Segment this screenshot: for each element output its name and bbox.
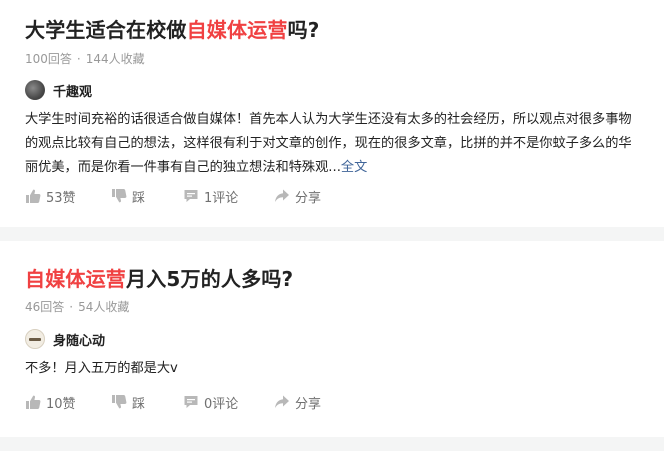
answer-author[interactable]: 身随心动 <box>25 328 105 350</box>
title-highlight: 自媒体运营 <box>25 267 126 291</box>
answers-count[interactable]: 100回答 <box>25 52 72 66</box>
like-button[interactable]: 10赞 <box>25 392 76 412</box>
title-suffix: 吗? <box>287 18 320 42</box>
question-meta: 46回答 · 54人收藏 <box>25 298 129 315</box>
author-name[interactable]: 身随心动 <box>53 330 105 349</box>
thumb-down-icon <box>112 395 127 409</box>
thumb-up-icon <box>26 189 41 203</box>
comment-button[interactable]: 1评论 <box>183 186 238 206</box>
dislike-label: 踩 <box>132 190 146 206</box>
title-suffix: 月入5万的人多吗? <box>126 267 294 291</box>
share-button[interactable]: 分享 <box>274 186 321 206</box>
author-name[interactable]: 千趣观 <box>53 81 92 100</box>
share-button[interactable]: 分享 <box>274 392 321 412</box>
read-more-link[interactable]: 全文 <box>341 160 367 175</box>
comment-icon <box>184 190 198 202</box>
avatar[interactable] <box>25 80 45 100</box>
share-label: 分享 <box>295 396 322 412</box>
comment-button[interactable]: 0评论 <box>183 392 238 412</box>
dislike-button[interactable]: 踩 <box>111 392 145 412</box>
collect-count: 54人收藏 <box>78 300 130 314</box>
meta-separator: · <box>76 52 81 66</box>
comment-count: 1评论 <box>204 190 239 206</box>
question-card: 大学生适合在校做自媒体运营吗? 100回答 · 144人收藏 千趣观 大学生时间充裕… <box>0 0 664 227</box>
share-label: 分享 <box>295 190 322 206</box>
question-title[interactable]: 自媒体运营月入5万的人多吗? <box>25 263 293 292</box>
answer-text[interactable]: 不多！月入五万的都是大v <box>25 357 641 381</box>
title-prefix: 大学生适合在校做 <box>25 18 187 42</box>
collect-count: 144人收藏 <box>85 52 145 66</box>
answers-count[interactable]: 46回答 <box>25 300 64 314</box>
question-title[interactable]: 大学生适合在校做自媒体运营吗? <box>25 14 320 43</box>
share-icon <box>275 189 289 202</box>
answer-author[interactable]: 千趣观 <box>25 79 92 101</box>
avatar[interactable] <box>25 329 45 349</box>
share-icon <box>275 395 289 408</box>
thumb-down-icon <box>112 189 127 203</box>
answer-text[interactable]: 大学生时间充裕的话很适合做自媒体！首先本人认为大学生还没有太多的社会经历，所以观… <box>25 108 641 180</box>
answer-body: 不多！月入五万的都是大v <box>25 361 178 376</box>
like-count: 10赞 <box>46 396 76 412</box>
dislike-label: 踩 <box>132 396 146 412</box>
dislike-button[interactable]: 踩 <box>111 186 145 206</box>
question-card: 自媒体运营月入5万的人多吗? 46回答 · 54人收藏 身随心动 不多！月入五万的都… <box>0 241 664 437</box>
thumb-up-icon <box>26 395 41 409</box>
like-button[interactable]: 53赞 <box>25 186 76 206</box>
question-meta: 100回答 · 144人收藏 <box>25 50 145 67</box>
meta-separator: · <box>69 300 74 314</box>
title-highlight: 自媒体运营 <box>186 18 288 42</box>
answer-body: 大学生时间充裕的话很适合做自媒体！首先本人认为大学生还没有太多的社会经历，所以观… <box>25 112 632 175</box>
like-count: 53赞 <box>46 190 76 206</box>
comment-count: 0评论 <box>204 396 239 412</box>
comment-icon <box>184 396 198 408</box>
